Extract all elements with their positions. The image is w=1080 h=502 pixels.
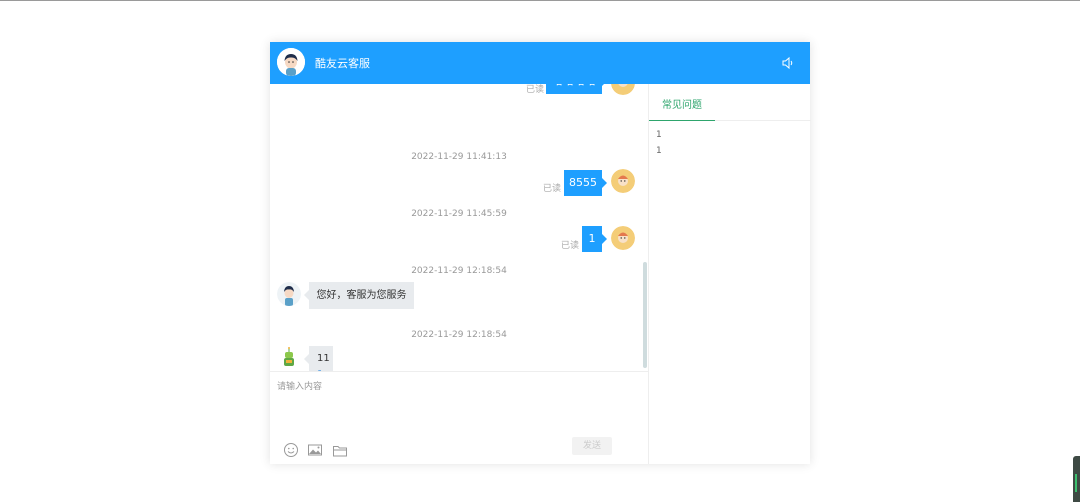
message-bubble-received: 您好，客服为您服务 <box>304 282 414 309</box>
message-bubble-sent: 哈哈哈哈 <box>546 84 607 94</box>
read-status: 已读 <box>543 184 562 194</box>
message-bubble-sent: 8555 <box>564 170 607 196</box>
image-icon[interactable] <box>307 442 323 458</box>
message-bubble-received: 11 1 1 <box>304 346 333 371</box>
user-avatar <box>611 226 635 250</box>
chat-title: 酷友云客服 <box>315 57 370 70</box>
user-avatar <box>611 169 635 193</box>
message-input[interactable]: 请输入内容 <box>277 379 322 392</box>
agent-avatar <box>277 282 301 306</box>
chat-header: 酷友云客服 <box>270 42 810 84</box>
message-time: 2022-11-29 11:45:59 <box>411 209 507 219</box>
message-list[interactable]: 已读 哈哈哈哈 2022-11-29 11:41:13 已读 8555 2022… <box>270 84 648 371</box>
folder-icon[interactable] <box>332 443 348 459</box>
read-status: 已读 <box>561 241 580 251</box>
emoji-icon[interactable] <box>283 442 299 458</box>
robot-avatar <box>277 346 301 370</box>
tab-faq[interactable]: 常见问题 <box>649 84 715 121</box>
message-scrollbar[interactable] <box>643 262 647 368</box>
top-border <box>0 0 1080 1</box>
message-time: 2022-11-29 12:18:54 <box>411 330 507 340</box>
user-avatar <box>611 84 635 95</box>
faq-panel: 常见问题 1 1 <box>648 84 811 464</box>
speaker-icon[interactable] <box>781 56 795 70</box>
widget-indicator <box>1075 474 1077 492</box>
faq-item[interactable]: 1 <box>656 130 662 140</box>
customer-service-avatar <box>277 48 305 76</box>
input-area[interactable]: 请输入内容 发送 <box>270 371 648 465</box>
send-button[interactable]: 发送 <box>572 437 612 455</box>
side-widget[interactable] <box>1073 456 1080 502</box>
read-status: 已读 <box>526 85 545 95</box>
tab-divider <box>715 120 811 121</box>
faq-item[interactable]: 1 <box>656 146 662 156</box>
message-time: 2022-11-29 12:18:54 <box>411 266 507 276</box>
message-time: 2022-11-29 11:41:13 <box>411 152 507 162</box>
message-bubble-sent: 1 <box>582 226 607 252</box>
message-line: 11 <box>317 353 330 364</box>
chat-window: 酷友云客服 已读 哈哈哈哈 2022-11-29 11:41:13 已读 855… <box>270 42 811 465</box>
